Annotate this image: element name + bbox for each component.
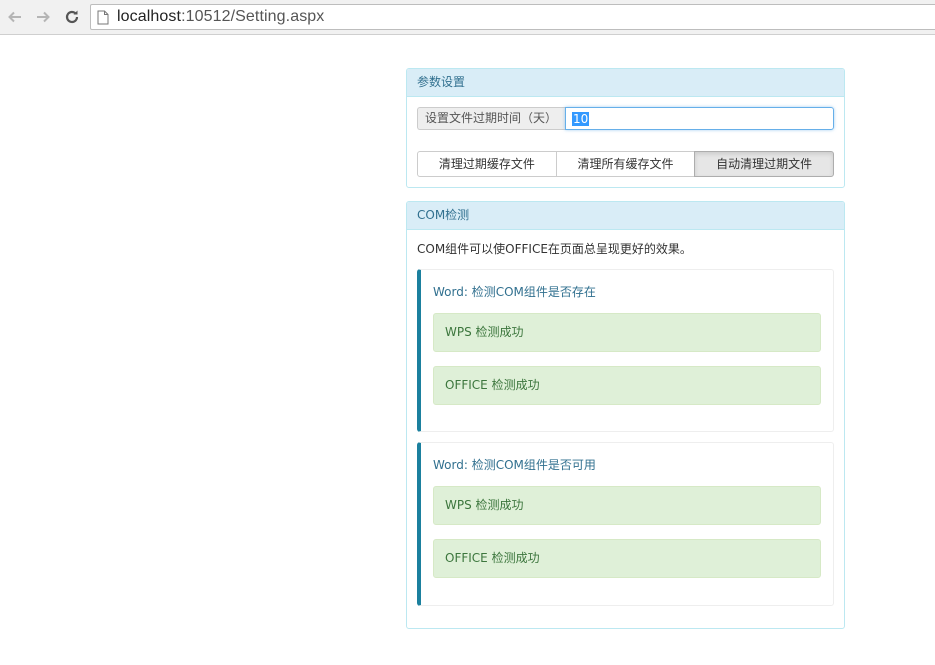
com-check-panel: COM检测 COM组件可以使OFFICE在页面总呈现更好的效果。 Word: 检… bbox=[406, 201, 845, 629]
office-usable-status: OFFICE 检测成功 bbox=[433, 539, 821, 578]
cache-button-group: 清理过期缓存文件 清理所有缓存文件 自动清理过期文件 bbox=[417, 151, 835, 177]
com-exists-callout: Word: 检测COM组件是否存在 WPS 检测成功 OFFICE 检测成功 bbox=[417, 269, 834, 432]
clear-expired-cache-button[interactable]: 清理过期缓存文件 bbox=[417, 151, 557, 177]
com-usable-callout: Word: 检测COM组件是否可用 WPS 检测成功 OFFICE 检测成功 bbox=[417, 442, 834, 606]
expire-days-label: 设置文件过期时间（天） bbox=[417, 107, 565, 130]
office-exists-status: OFFICE 检测成功 bbox=[433, 366, 821, 405]
expire-days-input[interactable]: 10 bbox=[565, 107, 834, 130]
com-panel-title: COM检测 bbox=[407, 202, 844, 230]
page-icon bbox=[97, 9, 111, 25]
clear-all-cache-button[interactable]: 清理所有缓存文件 bbox=[555, 151, 696, 177]
reload-icon[interactable] bbox=[61, 6, 83, 28]
settings-panel: 参数设置 设置文件过期时间（天） 10 清理过期缓存文件 清理所有缓存文件 自动… bbox=[406, 68, 845, 188]
address-bar[interactable]: localhost:10512/Setting.aspx bbox=[90, 4, 935, 30]
expire-days-group: 设置文件过期时间（天） 10 bbox=[417, 107, 834, 130]
com-exists-title: Word: 检测COM组件是否存在 bbox=[433, 285, 596, 299]
com-usable-title: Word: 检测COM组件是否可用 bbox=[433, 458, 596, 472]
wps-exists-status: WPS 检测成功 bbox=[433, 313, 821, 352]
browser-toolbar: localhost:10512/Setting.aspx bbox=[0, 0, 935, 35]
settings-panel-title: 参数设置 bbox=[407, 69, 844, 97]
com-description: COM组件可以使OFFICE在页面总呈现更好的效果。 bbox=[417, 242, 692, 256]
auto-clear-expired-button[interactable]: 自动清理过期文件 bbox=[694, 151, 835, 177]
forward-arrow-icon[interactable] bbox=[32, 6, 54, 28]
back-arrow-icon[interactable] bbox=[4, 6, 26, 28]
wps-usable-status: WPS 检测成功 bbox=[433, 486, 821, 525]
url-text: localhost:10512/Setting.aspx bbox=[117, 8, 325, 25]
expire-days-value: 10 bbox=[572, 111, 590, 126]
